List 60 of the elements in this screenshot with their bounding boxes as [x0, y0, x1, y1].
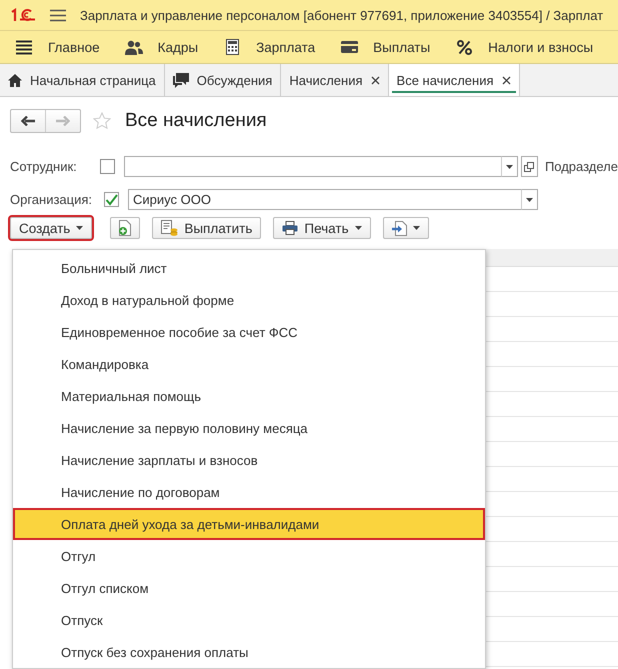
tab[interactable]: Обсуждения — [164, 64, 282, 96]
printer-icon — [282, 221, 298, 235]
toolbar-button[interactable]: Выплатить — [152, 217, 262, 239]
back-arrow-icon — [21, 116, 35, 126]
card-icon — [340, 41, 358, 53]
menu-item[interactable]: Отпуск — [13, 604, 485, 636]
menu-item[interactable]: Командировка — [13, 348, 485, 380]
dropdown-button[interactable]: Создать — [10, 217, 92, 239]
section-button[interactable]: Главное — [0, 31, 110, 63]
percent-icon — [456, 40, 472, 54]
section-button[interactable]: Кадры — [110, 31, 208, 63]
field-label: Организация: — [10, 192, 94, 207]
checkbox[interactable] — [100, 159, 115, 174]
menu-item[interactable]: Начисление зарплаты и взносов — [13, 444, 485, 476]
star-icon[interactable] — [93, 112, 111, 130]
calculator-icon — [226, 39, 239, 55]
menu-item[interactable]: Отгул — [13, 540, 485, 572]
forward-arrow-icon — [56, 116, 70, 126]
document-coins-icon — [161, 220, 178, 236]
open-window-icon — [524, 162, 534, 172]
window-title: Зарплата и управление персоналом [абонент 977691, приложение 3403554] / Зарплат — [80, 8, 604, 22]
add-document-icon — [118, 220, 132, 236]
caret-icon — [354, 226, 362, 230]
icon-button[interactable] — [110, 217, 140, 239]
tab[interactable]: Начальная страница — [0, 64, 165, 96]
caret-icon — [506, 164, 513, 168]
export-document-icon — [392, 220, 407, 236]
menu-item[interactable]: Начисление за первую половину месяца — [13, 412, 485, 444]
tab[interactable]: Все начисления — [388, 64, 520, 96]
dropdown-button[interactable] — [502, 156, 518, 177]
field-label: Сотрудник: — [10, 159, 78, 174]
input-field[interactable] — [124, 156, 502, 177]
section-button[interactable]: Зарплата — [208, 31, 326, 63]
menu-item[interactable]: Отпуск без сохранения оплаты — [13, 636, 485, 668]
menu-icon[interactable] — [50, 8, 66, 22]
input-field[interactable]: Сириус ООО — [128, 189, 522, 210]
caret-icon — [76, 226, 84, 230]
chat-icon — [172, 72, 189, 88]
home-icon — [8, 74, 22, 86]
menu-item[interactable]: Оплата дней ухода за детьми-инвалидами — [13, 508, 485, 540]
menu-item[interactable]: Начисление по договорам — [13, 476, 485, 508]
section-button[interactable]: Выплаты — [325, 31, 440, 63]
section-button[interactable]: Налоги и взносы — [440, 31, 604, 63]
menu-item[interactable]: Единовременное пособие за счет ФСС — [13, 316, 485, 348]
people-icon — [124, 40, 143, 54]
list-icon — [16, 40, 32, 54]
checkbox[interactable] — [104, 192, 119, 207]
caret-icon — [526, 198, 533, 202]
open-button[interactable] — [520, 156, 538, 177]
dropdown-button[interactable] — [522, 189, 538, 210]
dropdown-button[interactable] — [382, 217, 429, 239]
menu-item[interactable]: Материальная помощь — [13, 380, 485, 412]
dropdown-button[interactable]: Печать — [273, 217, 371, 239]
menu-item[interactable]: Отгул списком — [13, 572, 485, 604]
form-title: Все начисления — [125, 110, 267, 132]
field-label: Подразделе — [544, 159, 618, 174]
caret-icon — [412, 226, 420, 230]
menu-item[interactable]: Больничный лист — [13, 252, 485, 284]
logo-icon — [10, 8, 36, 22]
menu-item[interactable]: Доход в натуральной форме — [13, 284, 485, 316]
